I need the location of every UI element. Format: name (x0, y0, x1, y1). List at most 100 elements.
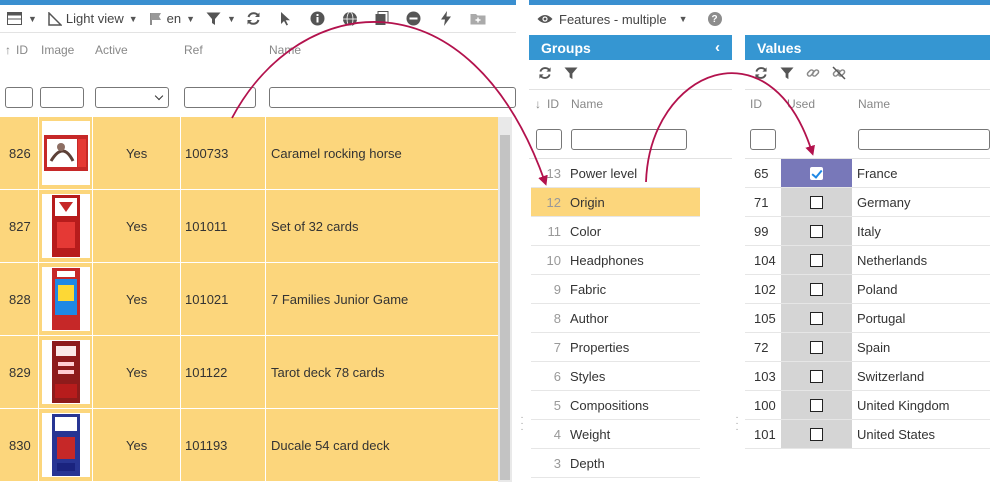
cell-name: Tarot deck 78 cards (271, 364, 385, 380)
used-checkbox[interactable] (810, 427, 823, 441)
used-checkbox[interactable] (810, 340, 823, 354)
table-row[interactable]: 101 United States (745, 420, 990, 449)
filter-icon[interactable] (563, 65, 579, 81)
cell-name: Set of 32 cards (271, 218, 359, 234)
layout-menu-icon[interactable] (6, 11, 22, 27)
product-image-32-cards (42, 194, 90, 258)
view-label: Light view (65, 11, 124, 26)
groups-filter-name-input[interactable] (571, 129, 687, 150)
minus-circle-icon[interactable] (406, 11, 422, 27)
used-checkbox[interactable] (810, 369, 823, 383)
col-header-ref[interactable]: Ref (184, 43, 203, 57)
filter-icon[interactable] (205, 11, 221, 27)
used-checkbox[interactable] (810, 398, 823, 412)
filter-name-input[interactable] (269, 87, 516, 108)
table-row[interactable]: 828 Yes 101021 7 Families Junior Game (0, 263, 498, 336)
panel-splitter-handle[interactable]: · · · (519, 413, 525, 435)
table-row[interactable]: 99 Italy (745, 217, 990, 246)
copy-icon[interactable] (374, 11, 390, 27)
used-checkbox[interactable] (810, 311, 823, 325)
cursor-icon[interactable] (278, 11, 294, 27)
used-checkbox-checked[interactable] (810, 166, 823, 180)
used-checkbox[interactable] (810, 253, 823, 267)
unlink-icon[interactable] (831, 65, 847, 81)
sort-arrow-icon[interactable]: ↑ (5, 43, 11, 57)
table-row[interactable]: 71 Germany (745, 188, 990, 217)
chevron-down-icon[interactable]: ▼ (28, 14, 37, 24)
table-row[interactable]: 102 Poland (745, 275, 990, 304)
col-header-image[interactable]: Image (41, 43, 74, 57)
eye-icon (537, 11, 553, 27)
products-scrollbar[interactable] (498, 117, 512, 482)
language-label: en (166, 11, 182, 26)
filter-image-input[interactable] (40, 87, 84, 108)
table-row[interactable]: 826 Yes 100733 Caramel rocking horse (0, 117, 498, 190)
table-row[interactable]: 65 France (745, 159, 990, 188)
help-icon[interactable]: ? (707, 12, 722, 26)
values-filter-name-input[interactable] (858, 129, 990, 150)
link-icon[interactable] (805, 65, 821, 81)
list-item-selected[interactable]: 12 Origin (531, 188, 700, 217)
table-row[interactable]: 827 Yes 101011 Set of 32 cards (0, 190, 498, 263)
values-col-header-name[interactable]: Name (858, 97, 890, 111)
chevron-left-icon[interactable]: ‹ (715, 39, 720, 56)
refresh-icon[interactable] (537, 65, 553, 81)
refresh-icon[interactable] (753, 65, 769, 81)
add-folder-icon[interactable] (470, 11, 486, 27)
used-checkbox[interactable] (810, 195, 823, 209)
groups-col-header-name[interactable]: Name (571, 97, 603, 111)
filter-icon[interactable] (779, 65, 795, 81)
values-col-header-used[interactable]: Used (787, 97, 815, 111)
lightning-icon[interactable] (438, 11, 454, 27)
filter-ref-input[interactable] (184, 87, 256, 108)
scrollbar-thumb[interactable] (500, 135, 510, 480)
values-toolbar (753, 62, 847, 84)
refresh-icon[interactable] (246, 11, 262, 27)
list-item[interactable]: 13 Power level (531, 159, 700, 188)
list-item[interactable]: 3 Depth (531, 449, 700, 478)
cell-name: Caramel rocking horse (271, 145, 402, 161)
list-item[interactable]: 5 Compositions (531, 391, 700, 420)
cell-ref: 101021 (185, 291, 229, 307)
groups-filter-id-input[interactable] (536, 129, 562, 150)
filter-active-select[interactable] (95, 87, 169, 108)
list-item[interactable]: 9 Fabric (531, 275, 700, 304)
globe-icon[interactable] (342, 11, 358, 27)
language-selector[interactable]: en ▼ (148, 8, 201, 30)
values-col-header-id[interactable]: ID (750, 97, 762, 111)
col-header-active[interactable]: Active (95, 43, 128, 57)
product-image-tarot-deck (42, 340, 90, 404)
table-row[interactable]: 103 Switzerland (745, 362, 990, 391)
filter-id-input[interactable] (5, 87, 33, 108)
groups-col-header-id[interactable]: ID (547, 97, 559, 111)
list-item[interactable]: 7 Properties (531, 333, 700, 362)
col-header-id[interactable]: ID (16, 43, 28, 57)
view-selector[interactable]: Light view ▼ (47, 8, 144, 30)
ruler-icon (47, 11, 63, 27)
info-icon[interactable] (310, 11, 326, 27)
chevron-down-icon[interactable]: ▼ (679, 14, 688, 24)
products-toolbar: ▼ Light view ▼ en ▼ ▼ (0, 5, 516, 33)
table-row[interactable]: 72 Spain (745, 333, 990, 362)
list-item[interactable]: 6 Styles (531, 362, 700, 391)
table-row[interactable]: 100 United Kingdom (745, 391, 990, 420)
sort-arrow-icon[interactable]: ↓ (535, 97, 541, 111)
values-filter-id-input[interactable] (750, 129, 776, 150)
table-row[interactable]: 105 Portugal (745, 304, 990, 333)
table-row[interactable]: 829 Yes 101122 Tarot deck 78 cards (0, 336, 498, 409)
chevron-down-icon[interactable]: ▼ (227, 14, 236, 24)
panel-splitter-handle[interactable]: · · · (734, 413, 740, 435)
cell-id: 828 (9, 291, 31, 307)
table-row[interactable]: 104 Netherlands (745, 246, 990, 275)
list-item[interactable]: 8 Author (531, 304, 700, 333)
cell-active: Yes (126, 364, 148, 380)
table-row[interactable]: 830 Yes 101193 Ducale 54 card deck (0, 409, 498, 482)
used-checkbox[interactable] (810, 224, 823, 238)
list-item[interactable]: 4 Weight (531, 420, 700, 449)
list-item[interactable]: 10 Headphones (531, 246, 700, 275)
groups-panel-header: Groups ‹ (529, 35, 732, 60)
features-mode-selector[interactable]: Features - multiple (559, 12, 667, 27)
col-header-name[interactable]: Name (269, 43, 301, 57)
list-item[interactable]: 11 Color (531, 217, 700, 246)
used-checkbox[interactable] (810, 282, 823, 296)
